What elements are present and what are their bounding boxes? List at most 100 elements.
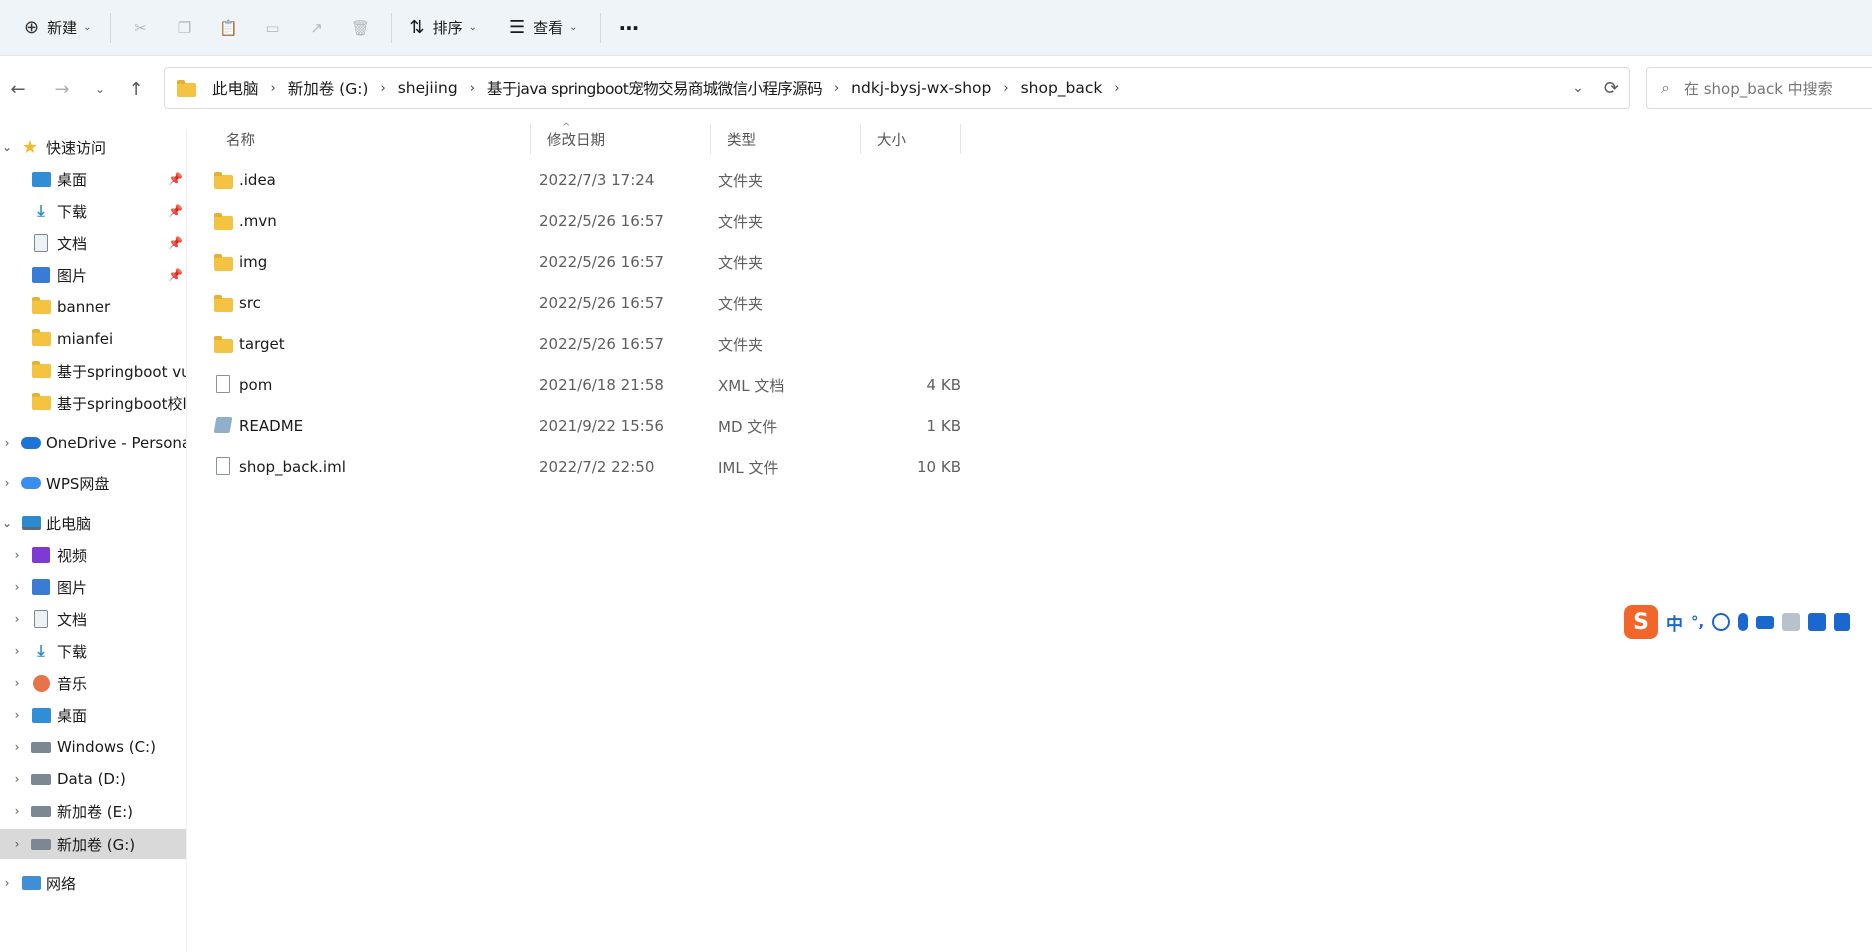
chevron-right-icon[interactable]: ›: [834, 81, 839, 96]
breadcrumb-ndkj[interactable]: ndkj-bysj-wx-shop: [851, 79, 991, 97]
copy-icon[interactable]: ❐: [163, 8, 207, 48]
file-row[interactable]: pom 2021/6/18 21:58 XML 文档 4 KB: [210, 368, 970, 402]
breadcrumb-this-pc[interactable]: 此电脑: [212, 77, 259, 99]
column-divider[interactable]: [860, 124, 861, 154]
up-arrow-icon[interactable]: ↑: [123, 76, 149, 102]
chevron-right-icon[interactable]: ›: [1003, 81, 1008, 96]
sidebar-item-pc-desktop[interactable]: › 桌面: [0, 700, 186, 730]
chevron-right-icon[interactable]: ›: [10, 644, 24, 658]
user-icon[interactable]: [1782, 613, 1801, 631]
sidebar-item-downloads[interactable]: ⤓ 下载 📌: [0, 196, 186, 226]
picture-icon: [31, 578, 51, 596]
chevron-right-icon[interactable]: ›: [10, 837, 24, 851]
chevron-right-icon[interactable]: ›: [10, 676, 24, 690]
chevron-right-icon[interactable]: ›: [470, 81, 475, 96]
column-divider[interactable]: [710, 124, 711, 154]
sidebar-item-documents[interactable]: 文档 📌: [0, 228, 186, 258]
sidebar-item-pc-pictures[interactable]: › 图片: [0, 572, 186, 602]
chevron-right-icon[interactable]: ›: [10, 580, 24, 594]
file-row[interactable]: .mvn 2022/5/26 16:57 文件夹: [210, 204, 970, 238]
sidebar-item-pc-documents[interactable]: › 文档: [0, 604, 186, 634]
file-row[interactable]: src 2022/5/26 16:57 文件夹: [210, 286, 970, 320]
sidebar-item-music[interactable]: › 音乐: [0, 668, 186, 698]
chevron-down-icon[interactable]: ⌄: [0, 516, 14, 530]
file-row[interactable]: README 2021/9/22 15:56 MD 文件 1 KB: [210, 409, 970, 443]
sidebar-item-pc-downloads[interactable]: › ⤓ 下载: [0, 636, 186, 666]
paste-icon[interactable]: 📋: [207, 8, 251, 48]
breadcrumb-drive-g[interactable]: 新加卷 (G:): [288, 77, 369, 99]
sidebar-item-pictures[interactable]: 图片 📌: [0, 260, 186, 290]
forward-arrow-icon[interactable]: →: [49, 76, 75, 102]
address-bar[interactable]: 此电脑 › 新加卷 (G:) › shejiing › 基于java sprin…: [164, 67, 1630, 109]
address-history-chevron-icon[interactable]: ⌄: [1572, 80, 1584, 96]
toolbox-grid-icon[interactable]: [1834, 613, 1851, 631]
chevron-right-icon[interactable]: ›: [0, 436, 14, 450]
chevron-right-icon[interactable]: ›: [10, 612, 24, 626]
column-header-size[interactable]: 大小: [867, 122, 906, 156]
chevron-right-icon[interactable]: ›: [10, 804, 24, 818]
sidebar-item-springboot-vue[interactable]: 基于springboot vu: [0, 356, 186, 386]
column-header-date[interactable]: 修改日期: [537, 122, 605, 156]
breadcrumb-project[interactable]: 基于java springboot宠物交易商城微信小程序源码: [487, 77, 823, 99]
sidebar-item-quick-access[interactable]: ⌄ ★ 快速访问: [0, 132, 186, 162]
file-row[interactable]: img 2022/5/26 16:57 文件夹: [210, 245, 970, 279]
column-divider[interactable]: [960, 124, 961, 154]
chevron-right-icon[interactable]: ›: [0, 876, 14, 890]
delete-icon[interactable]: 🗑: [339, 8, 383, 48]
pin-icon[interactable]: 📌: [168, 204, 183, 218]
sidebar-item-drive-e[interactable]: › 新加卷 (E:): [0, 796, 186, 826]
column-header-type[interactable]: 类型: [717, 122, 756, 156]
ime-mode-toggle[interactable]: 中: [1666, 610, 1683, 635]
chevron-right-icon[interactable]: ›: [1114, 81, 1119, 96]
sidebar-item-label: 图片: [57, 266, 88, 285]
sidebar-item-drive-d[interactable]: › Data (D:): [0, 764, 186, 794]
microphone-icon[interactable]: [1738, 613, 1749, 631]
breadcrumb-shejiing[interactable]: shejiing: [398, 79, 458, 97]
breadcrumb-shop-back[interactable]: shop_back: [1021, 79, 1103, 97]
sidebar-item-wps[interactable]: › WPS网盘: [0, 468, 186, 498]
column-divider[interactable]: [530, 124, 531, 154]
chevron-down-icon[interactable]: ⌄: [0, 140, 14, 154]
pin-icon[interactable]: 📌: [168, 172, 183, 186]
sidebar-item-desktop[interactable]: 桌面 📌: [0, 164, 186, 194]
sidebar-item-this-pc[interactable]: ⌄ 此电脑: [0, 508, 186, 538]
chevron-right-icon[interactable]: ›: [271, 81, 276, 96]
sidebar-item-network[interactable]: › 网络: [0, 868, 186, 898]
sidebar-item-drive-c[interactable]: › Windows (C:): [0, 732, 186, 762]
file-name: src: [239, 294, 261, 312]
back-arrow-icon[interactable]: ←: [5, 76, 31, 102]
pin-icon[interactable]: 📌: [168, 236, 183, 250]
ime-punctuation-toggle[interactable]: °,: [1691, 613, 1704, 631]
rename-icon[interactable]: ▭: [251, 8, 295, 48]
view-button[interactable]: ☰ 查看 ⌄: [499, 8, 588, 48]
skin-shirt-icon[interactable]: [1808, 613, 1827, 631]
sidebar-item-videos[interactable]: › 视频: [0, 540, 186, 570]
more-options-button[interactable]: ···: [609, 8, 649, 48]
chevron-right-icon[interactable]: ›: [0, 476, 14, 490]
file-row[interactable]: target 2022/5/26 16:57 文件夹: [210, 327, 970, 361]
sogou-logo-icon[interactable]: S: [1624, 605, 1658, 639]
sidebar-item-mianfei[interactable]: mianfei: [0, 324, 186, 354]
chevron-right-icon[interactable]: ›: [10, 708, 24, 722]
chevron-right-icon[interactable]: ›: [380, 81, 385, 96]
refresh-icon[interactable]: ⟳: [1604, 78, 1619, 99]
file-row[interactable]: .idea 2022/7/3 17:24 文件夹: [210, 163, 970, 197]
share-icon[interactable]: ↗: [295, 8, 339, 48]
column-header-name[interactable]: 名称: [216, 122, 255, 156]
pin-icon[interactable]: 📌: [168, 268, 183, 282]
new-button[interactable]: ⊕ 新建 ⌄: [14, 8, 102, 48]
file-row[interactable]: shop_back.iml 2022/7/2 22:50 IML 文件 10 K…: [210, 450, 970, 484]
sort-button[interactable]: ⇅ 排序 ⌄: [400, 8, 488, 48]
recent-locations-icon[interactable]: ⌄: [87, 76, 113, 102]
sidebar-item-banner[interactable]: banner: [0, 292, 186, 322]
cut-icon[interactable]: ✂: [119, 8, 163, 48]
emoji-icon[interactable]: [1712, 613, 1731, 631]
sidebar-item-drive-g[interactable]: › 新加卷 (G:): [0, 829, 186, 859]
sidebar-item-springboot-school[interactable]: 基于springboot校l: [0, 388, 186, 418]
keyboard-icon[interactable]: [1756, 615, 1775, 629]
chevron-right-icon[interactable]: ›: [10, 548, 24, 562]
search-box[interactable]: ⌕ 在 shop_back 中搜索: [1646, 67, 1872, 109]
chevron-right-icon[interactable]: ›: [10, 772, 24, 786]
chevron-right-icon[interactable]: ›: [10, 740, 24, 754]
sidebar-item-onedrive[interactable]: › OneDrive - Persona: [0, 428, 186, 458]
